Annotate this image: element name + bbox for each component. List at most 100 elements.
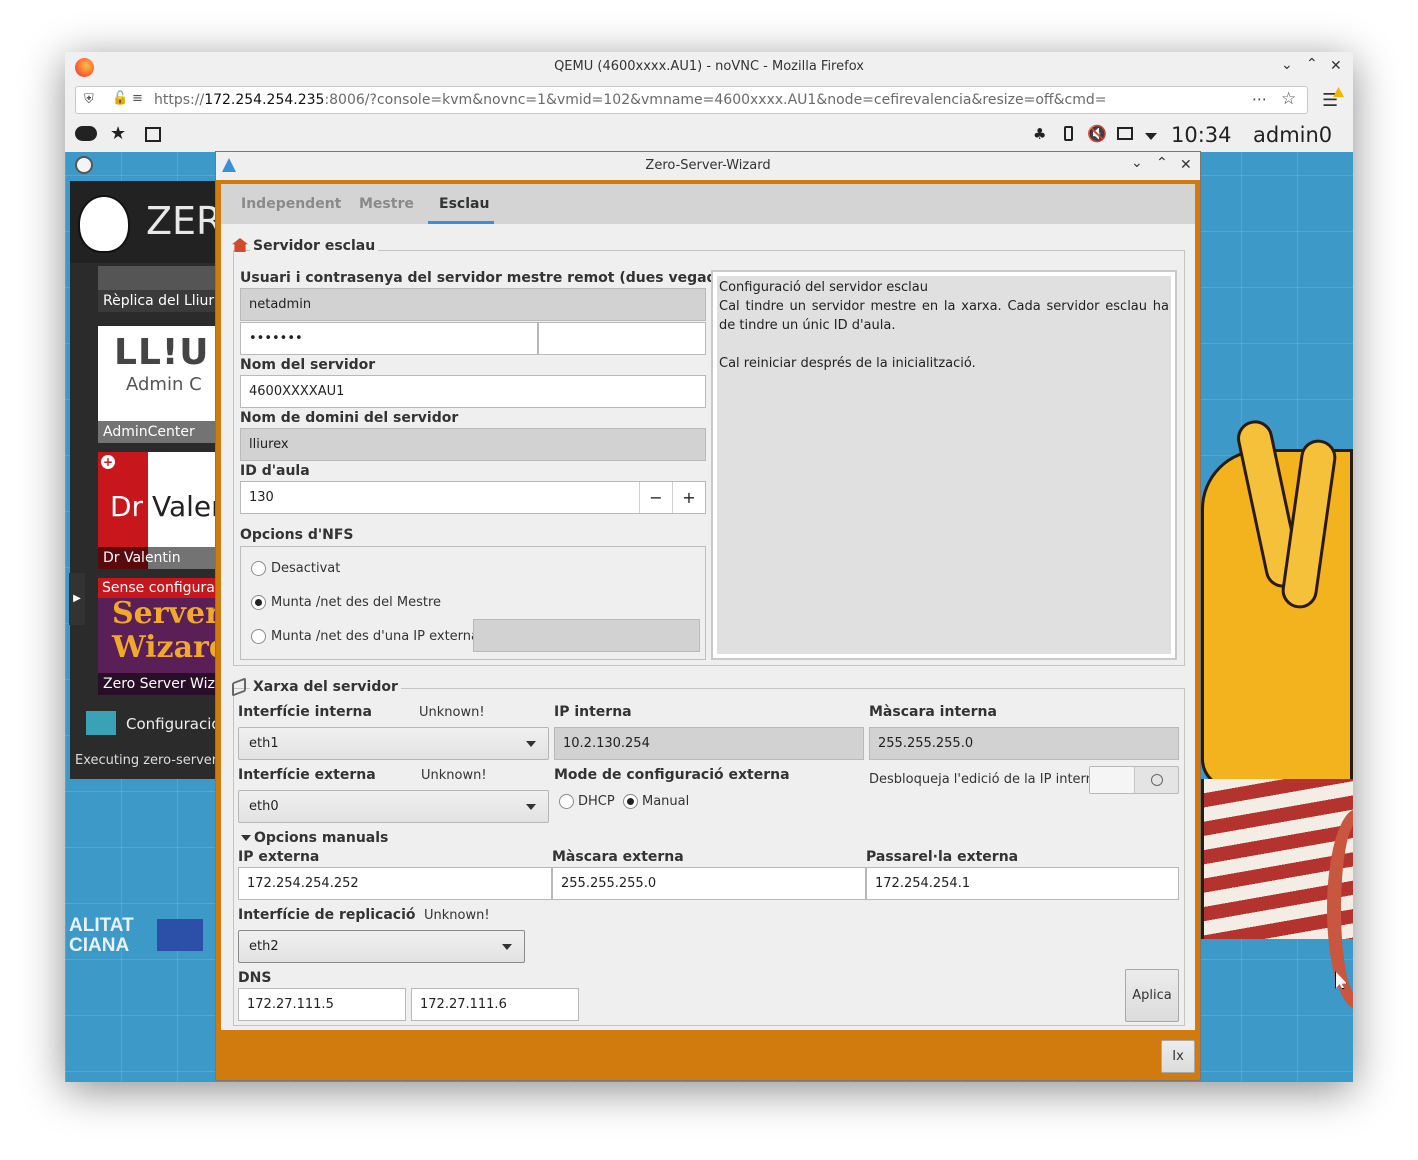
wizard-minimize-icon[interactable]: ⌄ (1131, 155, 1143, 171)
wizard-art-line2: Wizard (112, 630, 218, 665)
domain-field[interactable]: lliurex (240, 428, 706, 461)
lliurex-mascot-icon[interactable] (75, 156, 93, 174)
tab-mestre[interactable]: Mestre (359, 196, 414, 212)
usb-icon[interactable] (1064, 126, 1073, 141)
app-label: Dr Valentin (98, 547, 218, 569)
nfs-external-radio[interactable] (251, 629, 266, 644)
maximize-window-icon[interactable]: ⌃ (1306, 56, 1318, 72)
expander-arrow-icon[interactable] (241, 835, 251, 841)
status-text: Executing zero-server- (75, 753, 218, 768)
wizard-maximize-icon[interactable]: ⌃ (1156, 155, 1168, 171)
app-tile-zero-server-wizard[interactable]: Sense configura Server Wizard Zero Serve… (98, 578, 218, 695)
replication-iface-label: Interfície de replicació (238, 907, 416, 923)
browser-titlebar: QEMU (4600xxxx.AU1) - noVNC - Mozilla Fi… (65, 52, 1353, 83)
mode-manual-label[interactable]: Manual (642, 794, 689, 809)
manual-options-expander[interactable]: Opcions manuals (254, 830, 388, 846)
app-label: Rèplica del Lliur (98, 290, 218, 312)
server-name-field[interactable]: 4600XXXXAU1 (240, 375, 706, 408)
insecure-lock-icon[interactable]: 🔓 (112, 91, 128, 106)
eu-flag (157, 919, 203, 951)
panel-dropdown-icon[interactable] (1145, 133, 1157, 140)
unlock-internal-ip-label: Desbloqueja l'edició de la IP interna (869, 772, 1102, 787)
display-icon[interactable] (1117, 127, 1133, 140)
external-iface-status: Unknown! (421, 768, 487, 783)
external-mask-field[interactable]: 255.255.255.0 (552, 867, 866, 900)
app-tile-replica[interactable]: Rèplica del Lliur (98, 266, 218, 312)
internal-iface-status: Unknown! (419, 705, 485, 720)
nfs-disabled-label[interactable]: Desactivat (271, 561, 340, 576)
app-tile-admincenter[interactable]: LL!U Admin C AdminCenter (98, 326, 218, 443)
dns-primary-field[interactable]: 172.27.111.5 (238, 988, 406, 1021)
replication-iface-status: Unknown! (424, 908, 490, 923)
page-actions-icon[interactable]: ⋯ (1252, 90, 1268, 108)
decrement-button[interactable]: − (639, 482, 672, 513)
settings-sliders-icon[interactable] (86, 711, 116, 735)
replication-iface-select[interactable]: eth2 (238, 930, 525, 963)
bookmark-star-icon[interactable]: ☆ (1281, 89, 1296, 109)
network-group-title: Xarxa del servidor (250, 679, 401, 695)
nfs-master-radio[interactable] (251, 595, 266, 610)
network-icon[interactable]: ♣ (1033, 125, 1046, 143)
permissions-icon[interactable]: ≡ (132, 91, 143, 106)
shield-icon[interactable]: ⛨ (84, 92, 94, 107)
mode-dhcp-radio[interactable] (559, 794, 574, 809)
nfs-external-ip-field[interactable] (473, 619, 700, 652)
app-tile-drvalentin[interactable]: + Dr Valer Dr Valentin (98, 452, 218, 569)
close-window-icon[interactable]: ✕ (1330, 58, 1342, 74)
slave-group-title: Servidor esclau (250, 238, 379, 254)
chevron-down-icon (526, 741, 536, 747)
exit-button[interactable]: Ix (1161, 1040, 1195, 1073)
info-title: Configuració del servidor esclau (719, 280, 928, 295)
password-confirm-field[interactable] (538, 322, 706, 355)
increment-button[interactable]: + (672, 482, 705, 513)
firefox-window: QEMU (4600xxxx.AU1) - noVNC - Mozilla Fi… (65, 52, 1353, 1082)
tab-independent[interactable]: Independent (241, 196, 341, 212)
server-name-label: Nom del servidor (240, 357, 376, 373)
user-name[interactable]: admin0 (1253, 123, 1332, 147)
internal-mask-field[interactable]: 255.255.255.0 (869, 727, 1179, 760)
tab-esclau[interactable]: Esclau (439, 196, 489, 212)
launcher-expand-handle[interactable]: ▶ (69, 573, 85, 625)
unlock-internal-ip-toggle[interactable] (1089, 766, 1179, 794)
external-ip-label: IP externa (238, 849, 320, 865)
show-desktop-icon[interactable] (145, 127, 161, 142)
navigation-toolbar: ⛨ 🔓 ≡ https://172.254.254.235:8006/?cons… (65, 83, 1353, 119)
minimize-window-icon[interactable]: ⌄ (1281, 57, 1293, 73)
password-field[interactable]: ••••••• (240, 322, 538, 355)
guest-top-panel: ★ ♣ 🔇 10:34 admin0 (65, 119, 1353, 152)
mode-dhcp-label[interactable]: DHCP (578, 794, 615, 809)
tab-bar: Independent Mestre Esclau (221, 184, 1195, 224)
classroom-id-value[interactable]: 130 (249, 490, 274, 505)
dns-label: DNS (238, 970, 272, 986)
info-body: Cal tindre un servidor mestre en la xarx… (719, 299, 1169, 333)
dns-secondary-field[interactable]: 172.27.111.6 (411, 988, 579, 1021)
wallpaper-text-1: ALITAT (69, 915, 134, 936)
external-iface-label: Interfície externa (238, 767, 376, 783)
apply-button[interactable]: Aplica (1125, 969, 1179, 1022)
internal-ip-field[interactable]: 10.2.130.254 (554, 727, 864, 760)
wizard-window: Zero-Server-Wizard ⌄ ⌃ ✕ Independent Mes… (215, 151, 1201, 1081)
mode-manual-radio[interactable] (623, 794, 638, 809)
external-ip-field[interactable]: 172.254.254.252 (238, 867, 552, 900)
wizard-close-icon[interactable]: ✕ (1180, 157, 1192, 173)
gateway-field[interactable]: 172.254.254.1 (866, 867, 1179, 900)
favorites-star-icon[interactable]: ★ (110, 123, 126, 144)
drvalentin-logo-text2: Valer (152, 490, 218, 523)
volume-muted-icon[interactable]: 🔇 (1087, 124, 1107, 143)
cloud-icon[interactable] (75, 126, 97, 141)
external-iface-select[interactable]: eth0 (238, 790, 549, 823)
internal-iface-select[interactable]: eth1 (238, 727, 549, 760)
chevron-down-icon (502, 944, 512, 950)
nfs-disabled-radio[interactable] (251, 561, 266, 576)
nfs-master-label[interactable]: Munta /net des del Mestre (271, 595, 441, 610)
vnc-screen[interactable]: ALITAT CIANA ★ ♣ 🔇 10:34 admin0 ZER Rèpl… (65, 119, 1353, 1082)
classroom-id-spinbox[interactable]: 130 − + (240, 481, 706, 514)
url-text[interactable]: https://172.254.254.235:8006/?console=kv… (154, 92, 1106, 108)
username-field[interactable]: netadmin (240, 288, 706, 321)
nfs-external-label[interactable]: Munta /net des d'una IP externa (271, 629, 479, 644)
unconfigured-banner: Sense configura (98, 578, 218, 598)
app-label: AdminCenter (98, 421, 218, 443)
url-bar[interactable]: ⛨ 🔓 ≡ https://172.254.254.235:8006/?cons… (75, 86, 1308, 114)
clock[interactable]: 10:34 (1171, 123, 1232, 147)
config-label[interactable]: Configuració (126, 715, 218, 733)
